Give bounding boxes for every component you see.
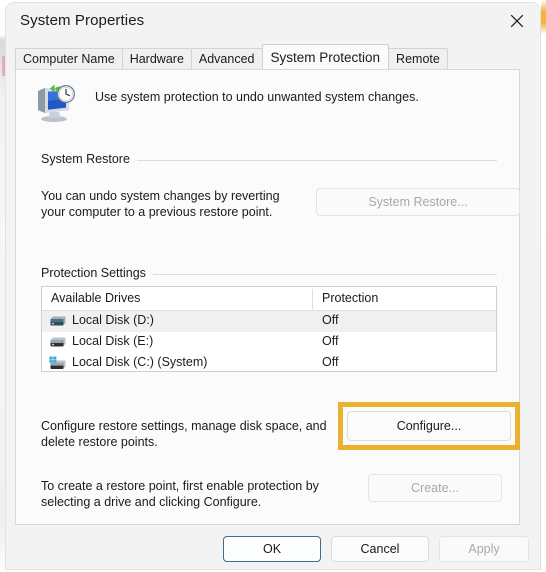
close-x-icon (510, 14, 524, 28)
system-restore-icon (35, 84, 77, 124)
protection-settings-group-label: Protection Settings (41, 266, 153, 280)
drives-list-header: Available Drives Protection (42, 287, 496, 311)
system-restore-description: You can undo system changes by reverting… (41, 188, 280, 220)
drive-name: Local Disk (E:) (72, 334, 154, 348)
table-row[interactable]: Local Disk (D:) Off (42, 311, 496, 332)
system-restore-button[interactable]: System Restore... (316, 188, 520, 216)
create-description-line2: selecting a drive and clicking Configure… (41, 495, 262, 509)
close-button[interactable] (494, 3, 540, 39)
system-drive-icon (48, 356, 68, 372)
configure-description: Configure restore settings, manage disk … (41, 418, 327, 450)
tab-strip: Computer Name Hardware Advanced System P… (15, 44, 448, 69)
drive-name: Local Disk (C:) (System) (72, 355, 208, 369)
apply-button[interactable]: Apply (439, 536, 529, 562)
backdrop-accent-mark (2, 56, 5, 76)
cancel-button[interactable]: Cancel (331, 536, 429, 562)
create-description: To create a restore point, first enable … (41, 478, 319, 510)
ok-button[interactable]: OK (223, 536, 321, 562)
system-restore-description-line2: your computer to a previous restore poin… (41, 205, 273, 219)
hard-drive-icon (48, 314, 68, 330)
tab-computer-name[interactable]: Computer Name (15, 48, 123, 69)
tab-hardware[interactable]: Hardware (121, 48, 192, 69)
column-header-protection[interactable]: Protection (322, 291, 378, 305)
drive-protection-status: Off (322, 313, 339, 327)
drive-protection-status: Off (322, 334, 339, 348)
tab-system-protection[interactable]: System Protection (261, 44, 390, 69)
system-restore-description-line1: You can undo system changes by reverting (41, 189, 280, 203)
tab-description: Use system protection to undo unwanted s… (95, 90, 419, 104)
table-row[interactable]: Local Disk (C:) (System) Off (42, 353, 496, 374)
configure-button[interactable]: Configure... (347, 411, 511, 441)
drive-protection-status: Off (322, 355, 339, 369)
backdrop-right-strip (541, 0, 546, 572)
table-row[interactable]: Local Disk (E:) Off (42, 332, 496, 353)
hard-drive-icon (48, 335, 68, 351)
column-divider (312, 289, 313, 309)
dialog-footer: OK Cancel Apply (6, 527, 540, 569)
tab-remote[interactable]: Remote (388, 48, 448, 69)
drive-name: Local Disk (D:) (72, 313, 154, 327)
system-restore-group-label: System Restore (41, 152, 137, 166)
window-title: System Properties (20, 12, 145, 29)
title-bar[interactable]: System Properties (6, 3, 540, 41)
tab-advanced[interactable]: Advanced (190, 48, 263, 69)
create-button[interactable]: Create... (368, 474, 502, 502)
system-protection-tab-page: Use system protection to undo unwanted s… (15, 69, 520, 525)
column-header-available-drives[interactable]: Available Drives (51, 291, 140, 305)
configure-description-line1: Configure restore settings, manage disk … (41, 419, 327, 433)
tab-label: System Protection (270, 49, 381, 65)
configure-description-line2: delete restore points. (41, 435, 158, 449)
tab-label: Computer Name (23, 52, 115, 66)
tab-label: Remote (396, 52, 440, 66)
tab-label: Advanced (198, 52, 255, 66)
available-drives-list[interactable]: Available Drives Protection Local Disk (… (41, 286, 497, 372)
tab-header-row: Use system protection to undo unwanted s… (27, 82, 497, 130)
system-properties-dialog: System Properties Computer Name Hardware… (6, 3, 540, 569)
tab-label: Hardware (129, 52, 184, 66)
create-description-line1: To create a restore point, first enable … (41, 479, 319, 493)
